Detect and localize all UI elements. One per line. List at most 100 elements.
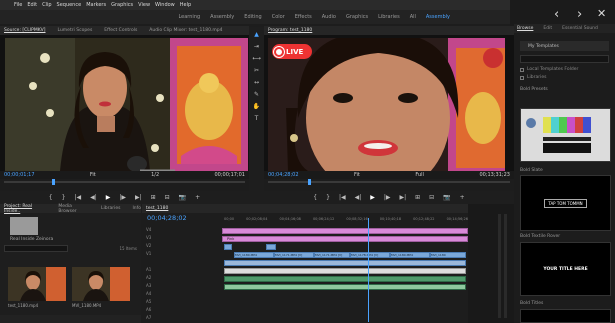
go-to-in-icon[interactable]: |◀: [74, 194, 81, 201]
track-header-a4[interactable]: A4: [142, 290, 220, 297]
workspace-libraries[interactable]: Libraries: [378, 14, 400, 20]
tab-audio-clip-mixer[interactable]: Audio Clip Mixer: test_1180.mp4: [149, 28, 222, 33]
a2-clip[interactable]: [224, 276, 466, 282]
track-header-a3[interactable]: A3: [142, 282, 220, 289]
close-icon[interactable]: ✕: [597, 7, 606, 20]
step-forward-icon[interactable]: |▶: [384, 194, 391, 201]
timeline-playhead[interactable]: [368, 218, 369, 322]
track-header-a1[interactable]: A1: [142, 266, 220, 273]
tab-project[interactable]: Project: Real Inside..: [4, 204, 46, 214]
template-bold-titles[interactable]: [520, 309, 611, 323]
tab-info[interactable]: Info: [132, 206, 141, 211]
v-lower-clip[interactable]: [224, 260, 466, 266]
source-playhead[interactable]: [52, 179, 55, 185]
menu-window[interactable]: Window: [155, 2, 175, 8]
hand-tool-icon[interactable]: ✋: [253, 103, 260, 110]
workspace-learning[interactable]: Learning: [178, 14, 200, 20]
template-title[interactable]: YOUR TITLE HERE: [520, 242, 611, 296]
step-back-icon[interactable]: ◀|: [90, 194, 97, 201]
selection-tool-icon[interactable]: ▲: [254, 31, 259, 38]
track-header-v1[interactable]: V1: [142, 250, 220, 257]
mark-out-icon[interactable]: }: [62, 194, 66, 201]
bin-thumbnail[interactable]: [10, 217, 38, 235]
button-editor-icon[interactable]: +: [460, 194, 465, 201]
pink-clip[interactable]: Pink: [222, 236, 468, 242]
menu-graphics[interactable]: Graphics: [111, 2, 133, 8]
program-playhead[interactable]: [308, 179, 311, 185]
track-header-a7[interactable]: A7: [142, 314, 220, 321]
tab-lumetri-scopes[interactable]: Lumetri Scopes: [58, 28, 93, 33]
pen-tool-icon[interactable]: ✎: [254, 91, 259, 98]
track-header-a5[interactable]: A5: [142, 298, 220, 305]
type-tool-icon[interactable]: T: [255, 115, 259, 122]
tab-media-browser[interactable]: Media Browser: [58, 204, 89, 214]
export-frame-icon[interactable]: 📷: [179, 194, 186, 201]
step-back-icon[interactable]: ◀|: [355, 194, 362, 201]
menu-clip[interactable]: Clip: [42, 2, 51, 8]
project-clip-thumb-2[interactable]: [72, 267, 130, 301]
program-timecode[interactable]: 00;04;28;02: [268, 172, 299, 178]
insert-icon[interactable]: ⊞: [151, 194, 156, 201]
tab-sequence[interactable]: test_1180: [146, 206, 168, 211]
workspace-all[interactable]: All: [410, 14, 416, 20]
menu-help[interactable]: Help: [180, 2, 191, 8]
mark-in-icon[interactable]: {: [313, 194, 317, 201]
go-to-out-icon[interactable]: ▶|: [399, 194, 406, 201]
tab-browse[interactable]: Browse: [517, 26, 533, 31]
local-templates-checkbox[interactable]: Local Templates Folder: [514, 67, 615, 72]
tab-program[interactable]: Program: test_1180: [268, 28, 312, 33]
chevron-left-icon[interactable]: ‹: [554, 7, 559, 22]
timeline-ruler[interactable]: 00;00 00;02;08;04 00;04;16;08 00;06;24;1…: [224, 217, 468, 224]
workspace-assembly[interactable]: Assembly: [210, 14, 234, 20]
v1-clip[interactable]: MVI_1171.MP4 [V]: [314, 252, 350, 258]
v1-clip[interactable]: MVI_1178.MP4 [V]: [350, 252, 390, 258]
track-header-v4[interactable]: V4: [142, 226, 220, 233]
play-icon[interactable]: ▶: [106, 194, 111, 201]
menu-sequence[interactable]: Sequence: [57, 2, 82, 8]
workspace-active[interactable]: Assembly: [426, 14, 450, 20]
export-frame-icon[interactable]: 📷: [443, 194, 450, 201]
track-select-icon[interactable]: ⇥: [254, 43, 259, 50]
tab-effect-controls[interactable]: Effect Controls: [104, 28, 137, 33]
v1-clip[interactable]: MVI_1171.MP4 [V]: [274, 252, 314, 258]
menu-view[interactable]: View: [138, 2, 150, 8]
program-fit-select[interactable]: Fit: [354, 172, 360, 178]
button-editor-icon[interactable]: +: [195, 194, 200, 201]
tab-edit[interactable]: Edit: [543, 26, 552, 31]
my-templates-button[interactable]: My Templates: [520, 41, 609, 51]
play-icon[interactable]: ▶: [370, 194, 375, 201]
v1-clip[interactable]: MVI_1180.MP4: [390, 252, 430, 258]
libraries-checkbox[interactable]: Libraries: [514, 75, 615, 80]
a3-clip[interactable]: [224, 284, 466, 290]
a1-clip[interactable]: [224, 268, 466, 274]
workspace-audio[interactable]: Audio: [322, 14, 336, 20]
mark-in-icon[interactable]: {: [49, 194, 53, 201]
program-scrub-bar[interactable]: [268, 181, 510, 183]
timeline-timecode[interactable]: 00;04;28;02: [147, 214, 187, 222]
overwrite-icon[interactable]: ⊟: [165, 194, 170, 201]
ripple-edit-icon[interactable]: ⟷: [252, 55, 261, 62]
source-resolution-select[interactable]: 1/2: [151, 172, 159, 178]
go-to-in-icon[interactable]: |◀: [339, 194, 346, 201]
source-scrub-bar[interactable]: [4, 181, 245, 183]
chevron-right-icon[interactable]: ›: [577, 7, 582, 22]
tab-essential-sound[interactable]: Essential Sound: [562, 26, 598, 31]
template-search-input[interactable]: [520, 55, 609, 63]
project-search-input[interactable]: [4, 245, 68, 252]
mark-out-icon[interactable]: }: [326, 194, 330, 201]
tab-source[interactable]: Source: [CLIPMKV]: [4, 28, 46, 33]
v2-clip[interactable]: [224, 244, 232, 250]
track-header-a6[interactable]: A6: [142, 306, 220, 313]
lift-icon[interactable]: ⊞: [415, 194, 420, 201]
v1-clip[interactable]: MVI_1180: [430, 252, 466, 258]
track-header-a2[interactable]: A2: [142, 274, 220, 281]
step-forward-icon[interactable]: |▶: [119, 194, 126, 201]
workspace-editing[interactable]: Editing: [244, 14, 261, 20]
slip-tool-icon[interactable]: ↔: [254, 79, 259, 86]
source-fit-select[interactable]: Fit: [90, 172, 96, 178]
tab-libraries[interactable]: Libraries: [101, 206, 120, 211]
extract-icon[interactable]: ⊟: [429, 194, 434, 201]
menu-edit[interactable]: Edit: [27, 2, 37, 8]
template-slate[interactable]: TAP TOM TOMMN: [520, 175, 611, 231]
source-timecode[interactable]: 00;00;01;17: [4, 172, 35, 178]
